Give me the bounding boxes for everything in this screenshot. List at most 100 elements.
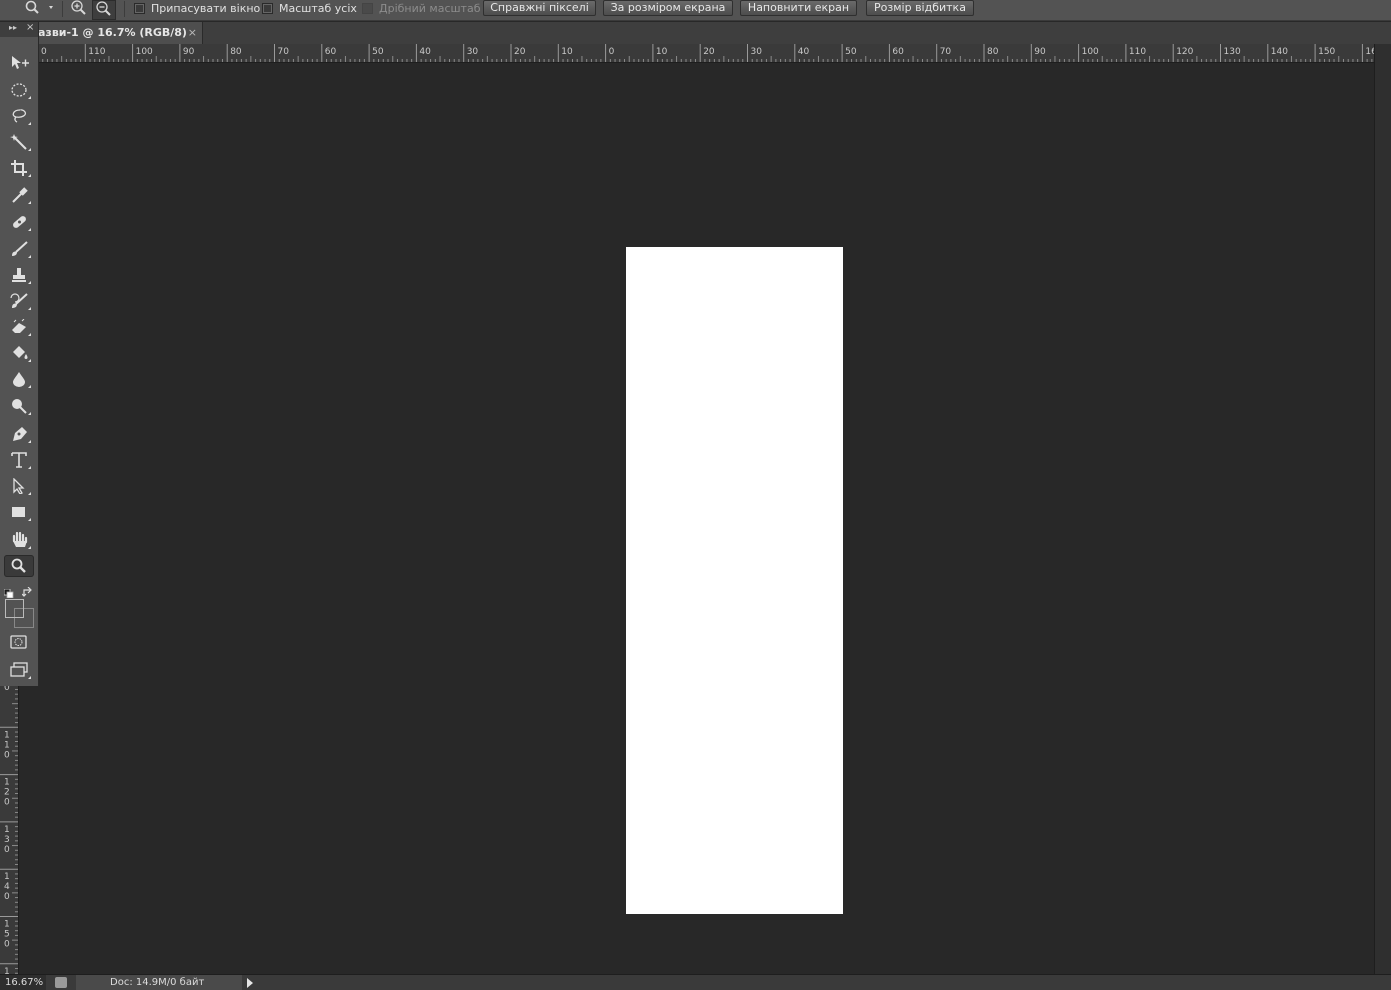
move-tool[interactable] <box>4 52 34 74</box>
ruler-label: 150 <box>4 920 10 950</box>
quick-mask-button[interactable] <box>4 631 34 653</box>
document-icon[interactable] <box>55 977 67 988</box>
checkbox-box[interactable] <box>134 2 145 14</box>
hand-icon <box>12 532 28 547</box>
ruler-label: 110 <box>4 730 10 760</box>
ruler-label: 10 <box>561 47 573 57</box>
rectangle-tool[interactable] <box>4 501 34 523</box>
magic-wand-icon <box>10 134 27 150</box>
zoom-out-icon <box>96 1 111 16</box>
tool-flyout-indicator <box>28 201 31 204</box>
eraser-tool[interactable] <box>4 316 34 338</box>
hand-tool[interactable] <box>4 529 34 551</box>
screen-mode-button[interactable] <box>4 659 34 681</box>
canvas-area[interactable] <box>38 63 1374 974</box>
default-colors-icon <box>3 588 14 599</box>
tool-flyout-indicator <box>28 466 31 469</box>
tools-panel: ▸▸ × <box>0 22 39 686</box>
fit-screen-button[interactable]: За розміром екрана <box>603 0 733 16</box>
dodge-tool[interactable] <box>4 395 34 417</box>
separator <box>124 1 125 17</box>
tool-flyout-indicator <box>28 546 31 549</box>
foreground-color-swatch[interactable] <box>5 599 24 618</box>
tool-flyout-indicator <box>28 359 31 362</box>
ruler-label: 90 <box>1034 47 1046 57</box>
zoom-level-field[interactable]: 16.67% <box>0 975 46 990</box>
tools-panel-header[interactable]: ▸▸ × <box>0 22 38 37</box>
ruler-label: 70 <box>940 47 952 57</box>
history-brush-icon <box>10 293 28 308</box>
ruler-label: 0 <box>41 47 47 57</box>
swap-colors-button[interactable] <box>21 582 34 597</box>
brush-tool[interactable] <box>4 238 34 260</box>
checkbox-label: Масштаб усіх <box>279 1 357 15</box>
ruler-label: 0 <box>609 47 615 57</box>
tool-preset-picker[interactable] <box>20 0 54 18</box>
document-canvas[interactable] <box>626 247 843 914</box>
options-bar: Припасувати вікно Масштаб усіх Дрібний м… <box>0 0 1391 21</box>
scrubby-zoom-checkbox[interactable]: Дрібний масштаб <box>362 0 481 16</box>
status-menu-arrow-icon[interactable] <box>247 978 253 988</box>
eyedropper-tool[interactable] <box>4 184 34 206</box>
ruler-label: 110 <box>1129 47 1146 57</box>
horizontal-ruler[interactable]: 0 110 100 90 80 70 60 50 40 30 20 10 0 10 20 30 40 50 60 70… <box>38 44 1374 63</box>
vertical-ruler[interactable]: 0 110 120 130 140 150 160 <box>0 686 19 974</box>
actual-pixels-button[interactable]: Справжні пікселі <box>483 0 596 16</box>
ruler-label: 110 <box>88 47 105 57</box>
checkbox-label: Припасувати вікно <box>151 1 261 15</box>
ruler-label: 30 <box>751 47 763 57</box>
checkbox-box[interactable] <box>362 2 373 14</box>
zoom-icon <box>11 558 26 573</box>
clone-stamp-tool[interactable] <box>4 264 34 286</box>
tool-flyout-indicator <box>28 174 31 177</box>
collapse-icon[interactable]: ▸▸ <box>9 23 17 32</box>
zoom-in-button[interactable] <box>69 0 89 18</box>
tool-flyout-indicator <box>28 228 31 231</box>
checkbox-box[interactable] <box>262 2 273 14</box>
vertical-scrollbar[interactable] <box>1374 44 1391 974</box>
tool-flyout-indicator <box>28 492 31 495</box>
path-selection-tool[interactable] <box>4 475 34 497</box>
separator <box>62 1 63 17</box>
document-tab[interactable]: азви-1 @ 16.7% (RGB/8) × <box>38 22 203 44</box>
fill-screen-button[interactable]: Наповнити екран <box>740 0 857 16</box>
ruler-label: 10 <box>656 47 668 57</box>
print-size-button[interactable]: Розмір відбитка <box>866 0 974 16</box>
tool-flyout-indicator <box>28 412 31 415</box>
pen-icon <box>13 427 27 441</box>
marquee-tool[interactable] <box>4 79 34 101</box>
crop-icon <box>11 160 27 176</box>
tool-flyout-indicator <box>28 96 31 99</box>
ruler-label: 60 <box>325 47 337 57</box>
ruler-label: 40 <box>419 47 431 57</box>
status-bar: 16.67% Doc: 14.9M/0 байт <box>0 974 1391 990</box>
ruler-label: 80 <box>230 47 242 57</box>
ruler-label: 40 <box>798 47 810 57</box>
magic-wand-tool[interactable] <box>4 131 34 153</box>
type-tool[interactable] <box>4 449 34 471</box>
zoom-tool[interactable] <box>4 555 34 577</box>
default-colors-button[interactable] <box>3 583 14 599</box>
blur-tool[interactable] <box>4 368 34 390</box>
pen-tool[interactable] <box>4 423 34 445</box>
tool-flyout-indicator <box>28 440 31 443</box>
horizontal-ruler-scale: 0 110 100 90 80 70 60 50 40 30 20 10 0 10 20 30 40 50 60 70… <box>38 44 1374 62</box>
zoom-all-windows-checkbox[interactable]: Масштаб усіх <box>262 0 357 16</box>
tool-flyout-indicator <box>28 676 31 679</box>
close-icon[interactable]: × <box>188 22 197 44</box>
spot-healing-icon <box>13 216 26 228</box>
crop-tool[interactable] <box>4 157 34 179</box>
healing-brush-tool[interactable] <box>4 211 34 233</box>
quick-mask-icon <box>10 635 27 649</box>
resize-windows-checkbox[interactable]: Припасувати вікно <box>134 0 260 16</box>
zoom-out-button[interactable] <box>92 0 116 20</box>
path-selection-icon <box>13 478 25 494</box>
close-icon[interactable]: × <box>26 22 34 33</box>
ruler-label: 80 <box>987 47 999 57</box>
ruler-label: 130 <box>4 825 10 855</box>
lasso-tool[interactable] <box>4 105 34 127</box>
paint-bucket-tool[interactable] <box>4 342 34 364</box>
ruler-label: 100 <box>136 47 153 57</box>
ruler-label: 30 <box>467 47 479 57</box>
history-brush-tool[interactable] <box>4 290 34 312</box>
